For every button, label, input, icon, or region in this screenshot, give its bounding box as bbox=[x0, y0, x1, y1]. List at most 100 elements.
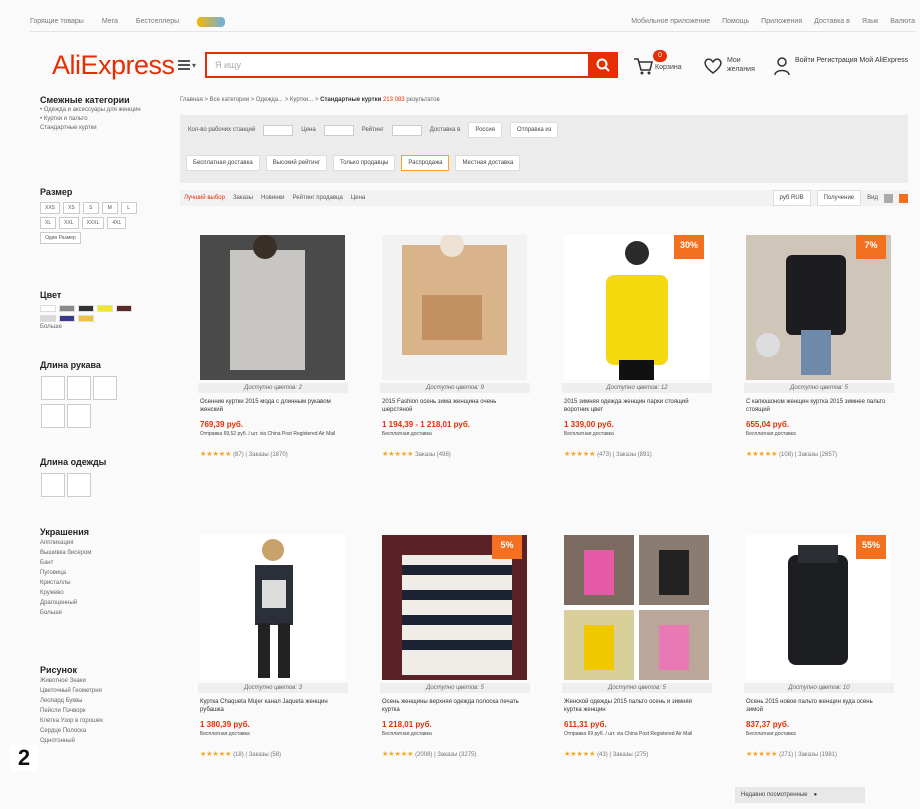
color-swatch[interactable] bbox=[59, 315, 75, 322]
pattern-option[interactable]: Однотонный bbox=[40, 736, 160, 746]
currency-select[interactable]: руб RUB bbox=[772, 190, 811, 206]
more-link[interactable]: Больше bbox=[40, 322, 160, 332]
size-option[interactable]: Один Размер bbox=[40, 232, 81, 244]
receive-select[interactable]: Получение bbox=[816, 190, 862, 206]
sort-newest[interactable]: Новинки bbox=[261, 195, 285, 201]
promo-logo[interactable] bbox=[197, 16, 226, 27]
aliexpress-logo[interactable]: AliExpress bbox=[52, 50, 175, 81]
search-button[interactable] bbox=[588, 52, 618, 78]
sort-orders[interactable]: Заказы bbox=[233, 195, 253, 201]
color-swatch[interactable] bbox=[40, 315, 56, 322]
color-swatch[interactable] bbox=[40, 305, 56, 312]
product-title[interactable]: Женской одежды 2015 пальто осень и зимня… bbox=[564, 698, 709, 714]
rating-input[interactable] bbox=[391, 124, 422, 136]
product-title[interactable]: Осенние куртки 2015 мода с длинным рукав… bbox=[200, 398, 345, 414]
product-card[interactable]: Доступно цветов: 3 Куртка Chaqueta Mujer … bbox=[180, 535, 348, 785]
size-option[interactable]: XL bbox=[40, 217, 57, 229]
pattern-option[interactable]: Животное Знаки bbox=[40, 676, 160, 686]
product-image[interactable] bbox=[200, 235, 345, 380]
topnav-link[interactable]: Горящие товары bbox=[30, 18, 84, 25]
color-swatch[interactable] bbox=[78, 315, 94, 322]
size-option[interactable]: XXL bbox=[59, 217, 79, 229]
breadcrumb-path[interactable]: Главная > Все категории > Одежда... > Ку… bbox=[180, 97, 320, 103]
pattern-option[interactable]: Сердце Полоска bbox=[40, 726, 160, 736]
more-link[interactable]: Больше bbox=[40, 608, 160, 618]
color-swatch[interactable] bbox=[97, 305, 113, 312]
product-card[interactable]: Доступно цветов: 2 Осенние куртки 2015 мо… bbox=[180, 235, 348, 485]
product-title[interactable]: 2015 Fashion осень зима женщина очень ше… bbox=[382, 398, 527, 414]
decor-option[interactable]: Драгоценный bbox=[40, 598, 160, 608]
sort-seller-rating[interactable]: Рейтинг продавца bbox=[293, 195, 343, 201]
pattern-option[interactable]: Пейсли Пэчворк bbox=[40, 706, 160, 716]
size-option[interactable]: M bbox=[101, 202, 118, 214]
size-option[interactable]: S bbox=[82, 202, 99, 214]
topnav-link[interactable]: Доставка в bbox=[814, 18, 850, 25]
topnav-link[interactable]: Мобильное приложение bbox=[631, 18, 710, 25]
product-card[interactable]: Доступно цветов: 5 Женской одежды 2015 па… bbox=[544, 535, 712, 785]
length-option-icon[interactable] bbox=[67, 473, 91, 497]
length-option-icon[interactable] bbox=[41, 473, 65, 497]
recently-viewed-bar[interactable]: Недавно посмотренные ● bbox=[735, 787, 865, 803]
pattern-option[interactable]: Леопард Буквы bbox=[40, 696, 160, 706]
size-option[interactable]: XS bbox=[63, 202, 80, 214]
size-option[interactable]: L bbox=[120, 202, 137, 214]
wishlist-button[interactable]: Мои желания bbox=[703, 50, 763, 80]
sleeve-option-icon[interactable] bbox=[41, 404, 65, 428]
topnav-link[interactable]: Помощь bbox=[722, 18, 749, 25]
pattern-option[interactable]: Клетка Узор в горошек bbox=[40, 716, 160, 726]
decor-option[interactable]: Аппликация bbox=[40, 538, 160, 548]
free-shipping-chip[interactable]: Бесплатная доставка bbox=[186, 155, 260, 171]
size-option[interactable]: XXXL bbox=[81, 217, 105, 229]
decor-option[interactable]: Бант bbox=[40, 558, 160, 568]
sellers-only-chip[interactable]: Только продавцы bbox=[333, 155, 396, 171]
decor-option[interactable]: Кристаллы bbox=[40, 578, 160, 588]
ship-from-select[interactable]: Отправка из bbox=[510, 122, 559, 138]
cart-button[interactable]: 0 Корзина bbox=[633, 50, 693, 80]
sort-best-match[interactable]: Лучший выбор bbox=[184, 195, 225, 201]
topnav-link[interactable]: Приложения bbox=[761, 18, 802, 25]
pattern-option[interactable]: Цветочный Геометрия bbox=[40, 686, 160, 696]
ship-to-select[interactable]: Россия bbox=[468, 122, 503, 138]
color-swatch[interactable] bbox=[59, 305, 75, 312]
product-title[interactable]: Осень 2015 новое пальто женщин куда осен… bbox=[746, 698, 891, 714]
category-link[interactable]: Стандартные куртки bbox=[40, 124, 160, 133]
sleeve-option-icon[interactable] bbox=[93, 376, 117, 400]
product-card[interactable]: Доступно цветов: 12 2015 зимняя одежда же… bbox=[544, 235, 712, 485]
filter-input[interactable] bbox=[263, 124, 294, 136]
size-option[interactable]: XXS bbox=[40, 202, 61, 214]
product-card[interactable]: Доступно цветов: 5 Осень женщины верхняя … bbox=[362, 535, 530, 785]
color-swatch[interactable] bbox=[78, 305, 94, 312]
product-image[interactable] bbox=[564, 535, 709, 680]
grid-view-icon[interactable] bbox=[899, 193, 908, 203]
search-input[interactable]: Я ищу bbox=[205, 52, 590, 78]
topnav-link[interactable]: Бестселлеры bbox=[136, 18, 179, 25]
product-image[interactable] bbox=[382, 235, 527, 380]
sleeve-option-icon[interactable] bbox=[67, 404, 91, 428]
color-swatch[interactable] bbox=[116, 305, 132, 312]
sale-chip[interactable]: Распродажа bbox=[401, 155, 450, 171]
category-link[interactable]: • Куртки и пальто bbox=[40, 115, 160, 124]
local-shipping-chip[interactable]: Местная доставка bbox=[455, 155, 521, 171]
high-rating-chip[interactable]: Высокий рейтинг bbox=[265, 155, 328, 171]
product-card[interactable]: Доступно цветов: 5 С капюшоном женщин кур… bbox=[726, 235, 894, 485]
decor-option[interactable]: Кружево bbox=[40, 588, 160, 598]
category-menu-button[interactable]: ▾ bbox=[172, 54, 202, 76]
category-link[interactable]: • Одежда и аксессуары для женщин bbox=[40, 106, 160, 115]
product-card[interactable]: Доступно цветов: 10 Осень 2015 новое паль… bbox=[726, 535, 894, 785]
decor-option[interactable]: Вышивка бисером bbox=[40, 548, 160, 558]
product-title[interactable]: С капюшоном женщин куртка 2015 зимнее па… bbox=[746, 398, 891, 414]
topnav-link[interactable]: Язык bbox=[862, 18, 878, 25]
product-title[interactable]: Куртка Chaqueta Mujer канал Jaqueta женщ… bbox=[200, 698, 345, 714]
product-card[interactable]: Доступно цветов: 9 2015 Fashion осень зим… bbox=[362, 235, 530, 485]
list-view-icon[interactable] bbox=[884, 193, 893, 203]
topnav-link[interactable]: Мега bbox=[102, 18, 118, 25]
sleeve-option-icon[interactable] bbox=[41, 376, 65, 400]
decor-option[interactable]: Пуговица bbox=[40, 568, 160, 578]
size-option[interactable]: 4XL bbox=[107, 217, 127, 229]
topnav-link[interactable]: Валюта bbox=[890, 18, 915, 25]
price-min-input[interactable] bbox=[323, 124, 354, 136]
sort-price[interactable]: Цена bbox=[351, 195, 365, 201]
product-image[interactable] bbox=[200, 535, 345, 680]
product-title[interactable]: Осень женщины верхняя одежда полоска печ… bbox=[382, 698, 527, 714]
account-button[interactable]: Войти Регистрация Мой AliExpress bbox=[773, 50, 913, 80]
